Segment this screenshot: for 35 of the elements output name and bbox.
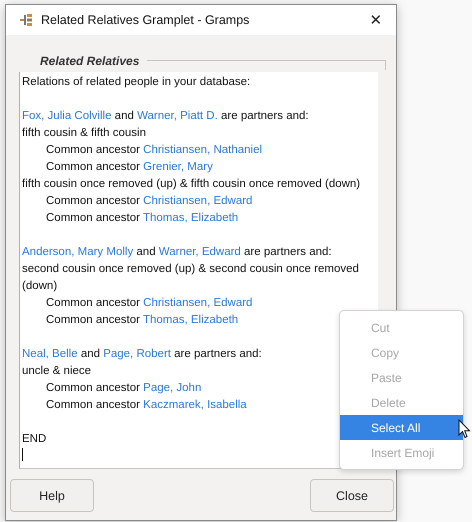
person-link[interactable]: Fox, Julia Colville	[22, 110, 112, 122]
person-link[interactable]: Warner, Piatt D.	[137, 110, 218, 122]
tree-icon	[20, 13, 34, 27]
person-link[interactable]: Page, John	[143, 382, 202, 394]
window-title: Related Relatives Gramplet - Gramps	[41, 13, 250, 27]
text-line: fifth cousin & fifth cousin	[22, 126, 148, 141]
text-line: Common ancestor Christiansen, Edward	[45, 296, 254, 311]
text-line: second cousin once removed (up) & second cousin once removed (down)	[22, 262, 360, 294]
text-line: fifth cousin once removed (up) & fifth cousin once removed (down)	[22, 177, 362, 192]
person-link[interactable]: Kaczmarek, Isabella	[143, 399, 247, 411]
person-link[interactable]: Thomas, Elizabeth	[142, 212, 238, 224]
menu-item[interactable]: Select All	[340, 415, 463, 440]
person-link[interactable]: Anderson, Mary Molly	[22, 246, 134, 258]
frame-label: Related Relatives	[40, 54, 140, 68]
person-link[interactable]: Christiansen, Edward	[143, 297, 252, 309]
text-line: Common ancestor Thomas, Elizabeth	[45, 211, 240, 226]
text-line: Anderson, Mary Molly and Warner, Edward are partners and:	[22, 245, 333, 260]
text-cursor	[22, 448, 23, 461]
dialog-button[interactable]: Close	[310, 479, 394, 512]
person-link[interactable]: Grenier, Mary	[143, 161, 213, 173]
person-link[interactable]: Christiansen, Nathaniel	[143, 144, 262, 156]
person-link[interactable]: Christiansen, Edward	[143, 195, 252, 207]
text-line: Common ancestor Christiansen, Nathaniel	[45, 143, 264, 158]
dialog-button[interactable]: Help	[10, 479, 94, 512]
text-line: Fox, Julia Colville and Warner, Piatt D. are partners and:	[22, 109, 310, 124]
text-line: END	[22, 432, 48, 447]
text-line: Relations of related people in your database:	[22, 75, 252, 90]
person-link[interactable]: Warner, Edward	[158, 246, 241, 258]
text-line: Common ancestor Christiansen, Edward	[45, 194, 254, 209]
person-link[interactable]: Page, Robert	[103, 348, 171, 360]
person-link[interactable]: Thomas, Elizabeth	[142, 314, 238, 326]
close-button[interactable]: ✕	[356, 11, 396, 29]
person-link[interactable]: Neal, Belle	[22, 348, 78, 360]
text-line: Common ancestor Grenier, Mary	[45, 160, 214, 175]
text-line: uncle & niece	[22, 364, 92, 379]
